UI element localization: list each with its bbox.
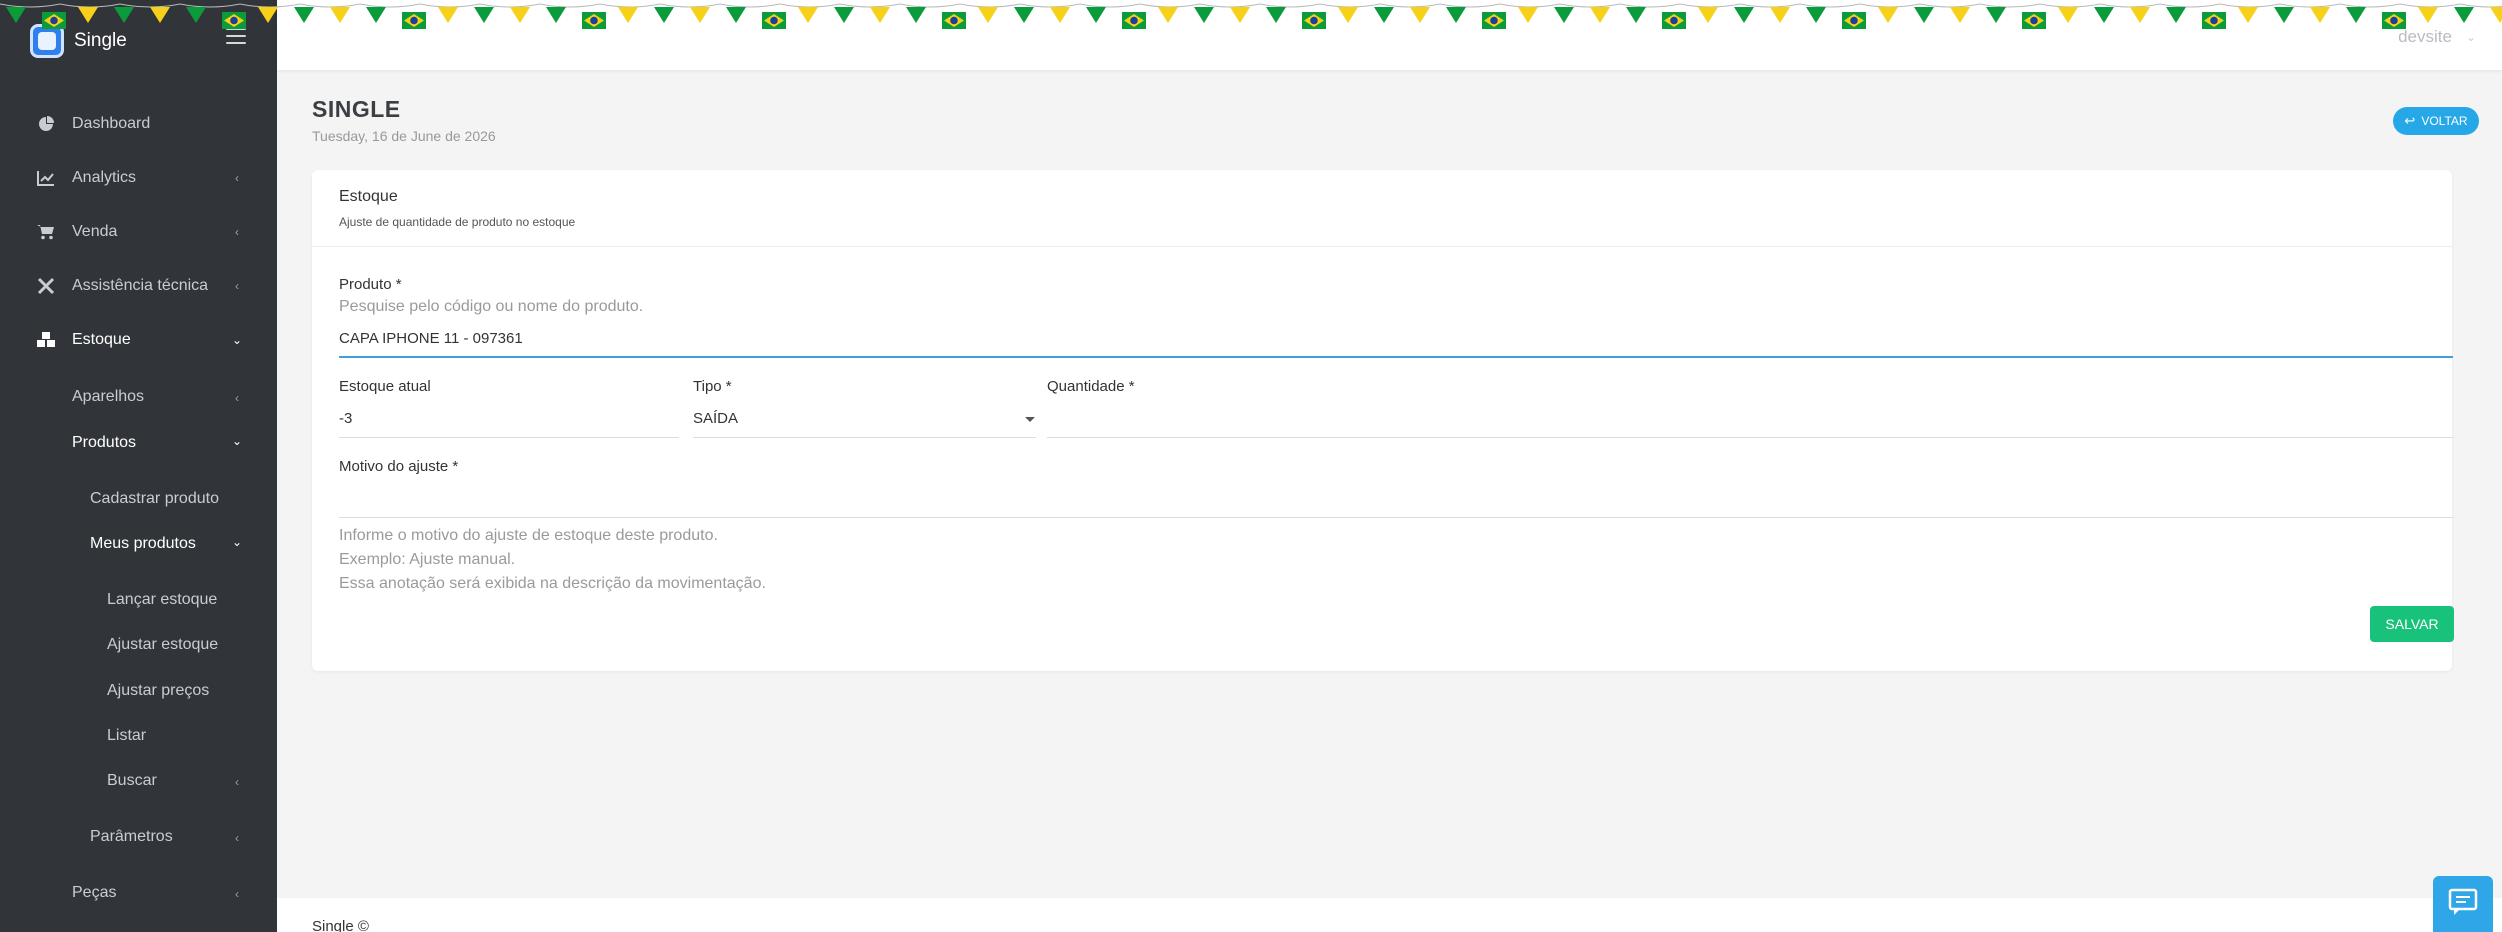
motivo-hint-line: Essa anotação será exibida na descrição … — [339, 575, 766, 592]
sidebar-item-label: Ajustar estoque — [107, 636, 219, 653]
save-button[interactable]: SALVAR — [2370, 606, 2454, 642]
sidebar-item-label: Dashboard — [72, 115, 151, 132]
chevron-left-icon: ‹ — [235, 775, 239, 789]
return-arrow-icon: ↩ — [2404, 113, 2416, 128]
sidebar-item-aparelhos[interactable]: Aparelhos — [72, 388, 144, 406]
estoque-atual-underline — [339, 437, 679, 438]
sidebar-item-label: Venda — [72, 223, 118, 240]
pie-chart-icon — [36, 114, 56, 134]
tipo-label: Tipo * — [693, 378, 732, 395]
boxes-icon — [36, 330, 56, 350]
sidebar-item-ajustar-estoque[interactable]: Ajustar estoque — [107, 636, 218, 654]
sidebar: Single Dashboard Analytics ‹ Venda ‹ Ass… — [0, 0, 277, 932]
produto-input-underline — [339, 356, 2453, 358]
sidebar-item-label: Parâmetros — [90, 828, 173, 845]
chevron-down-icon: ⌄ — [231, 434, 243, 448]
tipo-select[interactable]: SAÍDA — [693, 410, 738, 427]
produto-hint: Pesquise pelo código ou nome do produto. — [339, 298, 644, 315]
sidebar-item-analytics[interactable]: Analytics — [36, 168, 136, 188]
brand-logo — [30, 24, 64, 58]
motivo-hint-line: Informe o motivo do ajuste de estoque de… — [339, 527, 718, 544]
topbar: devsite ⌄ — [277, 0, 2502, 70]
stock-adjust-card: Estoque Ajuste de quantidade de produto … — [312, 170, 2454, 671]
sidebar-item-label: Estoque — [72, 331, 131, 348]
sidebar-item-label: Assistência técnica — [72, 277, 209, 294]
chevron-left-icon: ‹ — [235, 391, 239, 405]
sidebar-item-estoque[interactable]: Estoque — [36, 330, 131, 350]
chevron-left-icon: ‹ — [235, 225, 239, 239]
footer: Single © — [277, 898, 2502, 932]
sidebar-item-label: Lançar estoque — [107, 591, 218, 608]
back-button[interactable]: ↩ VOLTAR — [2393, 107, 2479, 135]
chat-button[interactable] — [2433, 876, 2493, 932]
sidebar-item-ajustar-precos[interactable]: Ajustar preços — [107, 682, 209, 700]
chevron-left-icon: ‹ — [235, 279, 239, 293]
sidebar-item-label: Produtos — [72, 434, 137, 451]
sidebar-item-label: Cadastrar produto — [90, 490, 219, 507]
sidebar-item-label: Peças — [72, 884, 117, 901]
card-subtitle: Ajuste de quantidade de produto no estoq… — [339, 215, 576, 229]
tools-icon — [36, 276, 56, 296]
motivo-underline — [339, 517, 2453, 518]
brand[interactable]: Single — [30, 24, 127, 58]
sidebar-item-lancar-estoque[interactable]: Lançar estoque — [107, 591, 217, 609]
caret-down-icon[interactable] — [1025, 417, 1035, 422]
sidebar-item-buscar[interactable]: Buscar — [107, 772, 157, 790]
sidebar-item-produtos[interactable]: Produtos — [72, 434, 136, 452]
sidebar-item-label: Listar — [107, 727, 147, 744]
motivo-hint-line: Exemplo: Ajuste manual. — [339, 551, 516, 568]
sidebar-item-meus-produtos[interactable]: Meus produtos — [90, 535, 196, 553]
quantidade-input[interactable] — [1047, 410, 2453, 432]
sidebar-item-venda[interactable]: Venda — [36, 222, 117, 242]
sidebar-item-label: Analytics — [72, 169, 137, 186]
card-header: Estoque Ajuste de quantidade de produto … — [312, 170, 2452, 247]
back-button-label: VOLTAR — [2421, 114, 2468, 128]
sidebar-item-cadastrar-produto[interactable]: Cadastrar produto — [90, 490, 219, 508]
sidebar-item-dashboard[interactable]: Dashboard — [36, 114, 150, 134]
produto-label: Produto * — [339, 276, 402, 293]
hamburger-menu-icon[interactable] — [226, 28, 246, 44]
page-title: SINGLE — [312, 96, 401, 122]
motivo-textarea[interactable]: Informe o motivo do ajuste de estoque de… — [339, 520, 2453, 592]
footer-text: Single © — [312, 918, 369, 932]
sidebar-item-assistencia-tecnica[interactable]: Assistência técnica — [36, 276, 208, 296]
sidebar-item-label: Meus produtos — [90, 535, 196, 552]
cart-icon — [36, 222, 56, 242]
chevron-left-icon: ‹ — [235, 171, 239, 185]
line-chart-icon — [36, 168, 56, 188]
user-menu[interactable]: devsite ⌄ — [2398, 27, 2476, 47]
page-date: Tuesday, 16 de June de 2026 — [312, 128, 496, 144]
chevron-left-icon: ‹ — [235, 887, 239, 901]
brand-name: Single — [74, 30, 127, 51]
motivo-label: Motivo do ajuste * — [339, 458, 459, 475]
estoque-atual-label: Estoque atual — [339, 378, 431, 395]
chevron-down-icon: ⌄ — [231, 333, 243, 347]
user-name: devsite — [2398, 27, 2452, 46]
sidebar-item-label: Buscar — [107, 772, 157, 789]
chat-icon — [2448, 888, 2478, 921]
produto-input[interactable]: CAPA IPHONE 11 - 097361 — [339, 330, 523, 347]
quantidade-underline — [1047, 437, 2453, 438]
chevron-down-icon: ⌄ — [231, 535, 243, 549]
sidebar-item-listar[interactable]: Listar — [107, 727, 146, 745]
quantidade-label: Quantidade * — [1047, 378, 1135, 395]
sidebar-item-parametros[interactable]: Parâmetros — [90, 828, 173, 846]
sidebar-item-label: Aparelhos — [72, 388, 145, 405]
chevron-down-icon: ⌄ — [2465, 30, 2476, 44]
estoque-atual-field: -3 — [339, 410, 353, 427]
tipo-underline — [693, 437, 1036, 438]
card-title: Estoque — [339, 188, 398, 205]
chevron-left-icon: ‹ — [235, 831, 239, 845]
sidebar-item-pecas[interactable]: Peças — [72, 884, 116, 902]
sidebar-item-label: Ajustar preços — [107, 682, 210, 699]
